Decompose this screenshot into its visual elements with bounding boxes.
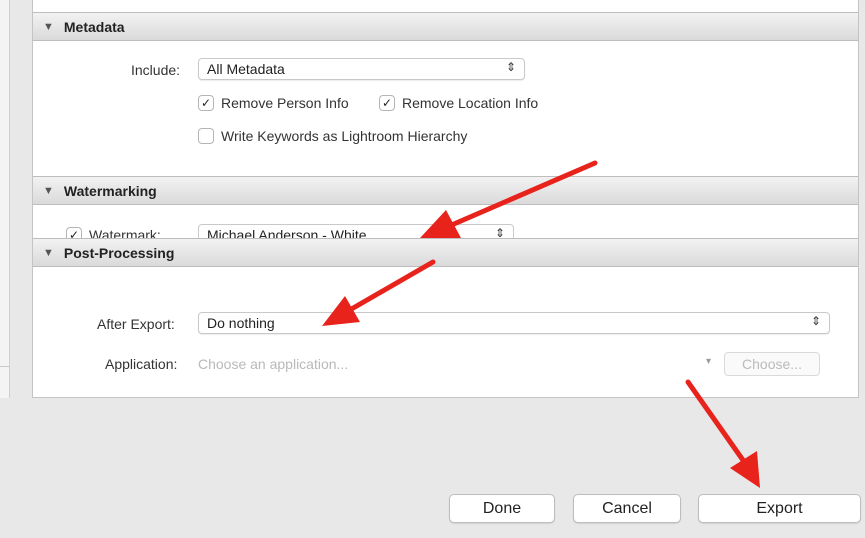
after-export-select[interactable]: Do nothing ⇕: [198, 312, 830, 334]
write-keywords-checkbox[interactable]: Write Keywords as Lightroom Hierarchy: [198, 128, 467, 144]
export-button[interactable]: Export: [698, 494, 861, 523]
post-processing-section-header[interactable]: ▼ Post-Processing: [33, 238, 858, 267]
metadata-section-header[interactable]: ▼ Metadata: [33, 12, 858, 41]
cancel-button[interactable]: Cancel: [573, 494, 681, 523]
watermarking-section-title: Watermarking: [63, 182, 157, 199]
include-select[interactable]: All Metadata ⇕: [198, 58, 525, 80]
after-export-select-value: Do nothing: [207, 315, 275, 331]
disclosure-triangle-icon[interactable]: ▼: [43, 21, 54, 33]
checkmark-icon: ✓: [198, 95, 214, 111]
checkmark-icon: ✓: [379, 95, 395, 111]
disclosure-triangle-icon[interactable]: ▼: [43, 185, 54, 197]
application-label: Application:: [105, 356, 178, 372]
remove-location-label: Remove Location Info: [402, 95, 539, 111]
post-processing-section-title: Post-Processing: [63, 244, 175, 261]
after-export-label: After Export:: [97, 316, 175, 332]
remove-person-checkbox[interactable]: ✓ Remove Person Info: [198, 95, 349, 111]
export-settings-panel: ▼ Metadata Include: All Metadata ⇕ ✓ Rem…: [32, 0, 859, 398]
write-keywords-label: Write Keywords as Lightroom Hierarchy: [221, 128, 468, 144]
done-button[interactable]: Done: [449, 494, 555, 523]
checkbox-unchecked-icon: [198, 128, 214, 144]
remove-person-label: Remove Person Info: [221, 95, 349, 111]
left-panel-notch: [0, 366, 10, 367]
application-field[interactable]: Choose an application...: [198, 356, 348, 372]
watermarking-section-header[interactable]: ▼ Watermarking: [33, 176, 858, 205]
choose-application-button[interactable]: Choose...: [724, 352, 820, 376]
include-label: Include:: [131, 62, 181, 78]
stepper-icon: ⇕: [505, 60, 516, 74]
left-panel-edge: [0, 0, 10, 398]
chevron-down-icon[interactable]: ▾: [706, 356, 711, 367]
remove-location-checkbox[interactable]: ✓ Remove Location Info: [379, 95, 538, 111]
stepper-icon: ⇕: [810, 314, 821, 328]
include-select-value: All Metadata: [207, 61, 285, 77]
disclosure-triangle-icon[interactable]: ▼: [43, 247, 54, 259]
metadata-section-title: Metadata: [63, 18, 125, 35]
